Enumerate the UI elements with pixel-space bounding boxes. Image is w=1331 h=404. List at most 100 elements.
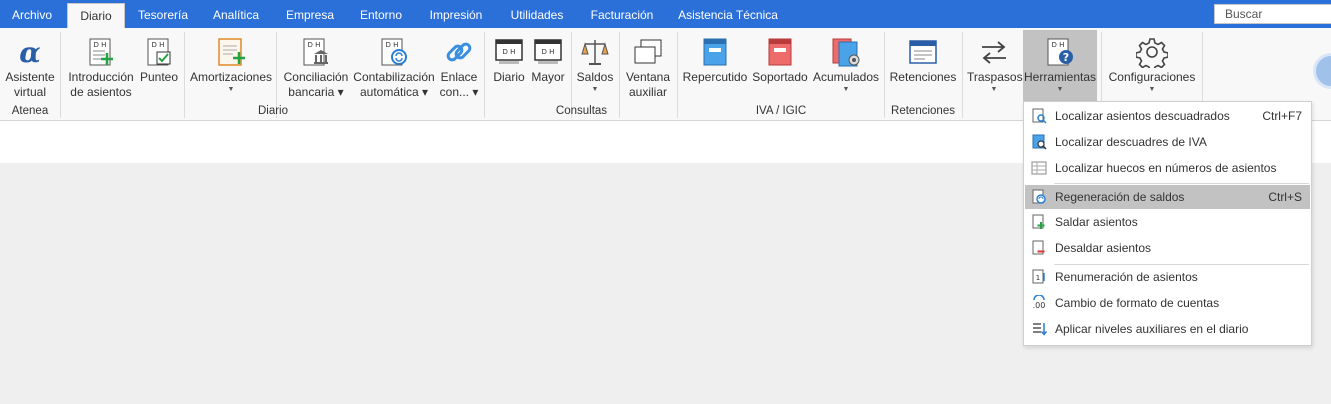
conciliacion-label-1: Conciliación [283, 70, 349, 84]
tab-analitica[interactable]: Analítica [206, 3, 266, 28]
group-label-diario: Diario [257, 105, 289, 117]
menu-item-localizar-huecos[interactable]: Localizar huecos en números de asientos [1025, 156, 1310, 180]
mayor-button[interactable]: D H Mayor [529, 30, 567, 102]
amortization-icon [215, 36, 247, 68]
menu-item-label: Renumeración de asientos [1055, 270, 1198, 284]
journal-add-icon: D H [85, 36, 117, 68]
menu-item-saldar-asientos[interactable]: Saldar asientos [1025, 210, 1310, 234]
acumulados-button[interactable]: Acumulados ▼ [812, 30, 880, 102]
alpha-icon: α [14, 36, 46, 69]
group-label-atenea: Atenea [11, 105, 49, 117]
retenciones-label: Retenciones [889, 70, 957, 84]
menu-item-localizar-asientos-descuadrados[interactable]: Localizar asientos descuadrados Ctrl+F7 [1025, 104, 1310, 128]
gear-icon [1135, 36, 1169, 72]
tools-help-icon: D H? [1044, 36, 1076, 68]
accumulated-books-icon [830, 36, 862, 68]
settle-icon [1031, 214, 1047, 230]
traspasos-label: Traspasos [967, 70, 1023, 84]
menu-separator [1054, 183, 1309, 184]
saldos-button[interactable]: Saldos ▼ [575, 30, 615, 102]
chevron-down-icon: ▼ [591, 86, 599, 93]
asistente-label-2: virtual [13, 85, 46, 99]
journal-check-icon: D H [143, 36, 175, 68]
saldos-label: Saldos [576, 70, 614, 84]
configuraciones-button[interactable]: Configuraciones ▼ [1106, 30, 1198, 102]
enlace-button[interactable]: Enlace con... ▾ [438, 30, 480, 102]
repercutido-label: Repercutido [682, 70, 748, 84]
menu-item-label: Desaldar asientos [1055, 241, 1152, 255]
menu-item-renumeracion-asientos[interactable]: 1 Renumeración de asientos [1025, 265, 1310, 289]
ribbon-separator [484, 32, 485, 118]
tab-empresa[interactable]: Empresa [280, 3, 340, 28]
introduccion-label-2: de asientos [70, 85, 132, 99]
svg-text:D H: D H [503, 48, 516, 56]
tab-utilidades[interactable]: Utilidades [503, 3, 571, 28]
punteo-button[interactable]: D H Punteo [138, 30, 180, 102]
contabilizacion-label-1: Contabilización [353, 70, 435, 84]
svg-text:D H: D H [94, 41, 107, 49]
menu-item-localizar-descuadres-iva[interactable]: Localizar descuadres de IVA [1025, 130, 1310, 154]
amortizaciones-button[interactable]: Amortizaciones ▼ [190, 30, 272, 102]
tab-impresion[interactable]: Impresión [423, 3, 489, 28]
ventana-auxiliar-button[interactable]: Ventana auxiliar [623, 30, 673, 102]
book-red-icon [764, 36, 796, 68]
menu-item-label: Cambio de formato de cuentas [1055, 296, 1220, 310]
traspasos-button[interactable]: Traspasos ▼ [967, 30, 1023, 102]
tab-asistencia-tecnica[interactable]: Asistencia Técnica [674, 3, 782, 28]
tab-facturacion[interactable]: Facturación [584, 3, 660, 28]
menu-item-label: Saldar asientos [1055, 215, 1138, 229]
menu-item-shortcut: Ctrl+F7 [1262, 109, 1302, 123]
tab-entorno[interactable]: Entorno [353, 3, 409, 28]
tab-diario[interactable]: Diario [67, 3, 125, 28]
link-icon [443, 36, 475, 68]
enlace-label-2: con... ▾ [439, 85, 479, 99]
introduccion-asientos-button[interactable]: D H Introducción de asientos [66, 30, 136, 102]
asistente-virtual-button[interactable]: α Asistente virtual [2, 30, 58, 102]
search-vat-icon [1031, 134, 1047, 150]
chevron-down-icon: ▼ [1056, 86, 1064, 93]
grid-gap-icon [1031, 160, 1047, 176]
herramientas-button[interactable]: D H? Herramientas ▼ [1023, 30, 1097, 102]
soportado-label: Soportado [752, 70, 808, 84]
soportado-button[interactable]: Soportado [751, 30, 809, 102]
diario-button[interactable]: D H Diario [490, 30, 528, 102]
svg-text:D H: D H [1052, 41, 1065, 49]
menu-item-cambio-formato-cuentas[interactable]: .00 Cambio de formato de cuentas [1025, 291, 1310, 315]
amortizaciones-label: Amortizaciones [190, 70, 273, 84]
unsettle-icon [1031, 240, 1047, 256]
retenciones-button[interactable]: Retenciones [888, 30, 958, 102]
levels-icon [1031, 321, 1048, 337]
introduccion-label-1: Introducción [68, 70, 134, 84]
regenerate-icon [1031, 189, 1047, 205]
menu-item-label: Localizar huecos en números de asientos [1055, 161, 1277, 175]
search-input[interactable]: Buscar [1214, 4, 1331, 24]
svg-text:.00: .00 [1033, 301, 1046, 310]
svg-text:α: α [19, 36, 41, 68]
ventana-label-1: Ventana [625, 70, 671, 84]
search-doc-icon [1031, 108, 1047, 124]
ribbon-separator [60, 32, 61, 118]
menu-item-regeneracion-saldos[interactable]: Regeneración de saldos Ctrl+S [1025, 185, 1310, 209]
tab-tesoreria[interactable]: Tesorería [132, 3, 194, 28]
contabilizacion-automatica-button[interactable]: D H Contabilización automática ▾ [352, 30, 436, 102]
chevron-down-icon: ▼ [842, 86, 850, 93]
menu-bar: Archivo Diario Tesorería Analítica Empre… [0, 0, 1331, 28]
menu-item-desaldar-asientos[interactable]: Desaldar asientos [1025, 236, 1310, 260]
acumulados-label: Acumulados [812, 70, 880, 84]
svg-text:?: ? [1063, 51, 1069, 64]
svg-text:1: 1 [1036, 274, 1040, 282]
window-icon [632, 36, 664, 68]
tab-archivo[interactable]: Archivo [4, 3, 60, 28]
menu-item-aplicar-niveles-auxiliares[interactable]: Aplicar niveles auxiliares en el diario [1025, 317, 1310, 341]
ribbon-separator [677, 32, 678, 118]
chevron-down-icon: ▼ [227, 86, 235, 93]
withholding-icon [907, 36, 939, 68]
group-label-iva: IVA / IGIC [755, 105, 807, 117]
conciliacion-bancaria-button[interactable]: D H Conciliación bancaria ▾ [282, 30, 350, 102]
asistente-label-1: Asistente [5, 70, 55, 84]
ribbon-separator [962, 32, 963, 118]
herramientas-dropdown: Localizar asientos descuadrados Ctrl+F7 … [1023, 101, 1312, 346]
transfer-arrows-icon [978, 36, 1010, 68]
group-label-retenciones: Retenciones [891, 105, 955, 117]
repercutido-button[interactable]: Repercutido [682, 30, 748, 102]
